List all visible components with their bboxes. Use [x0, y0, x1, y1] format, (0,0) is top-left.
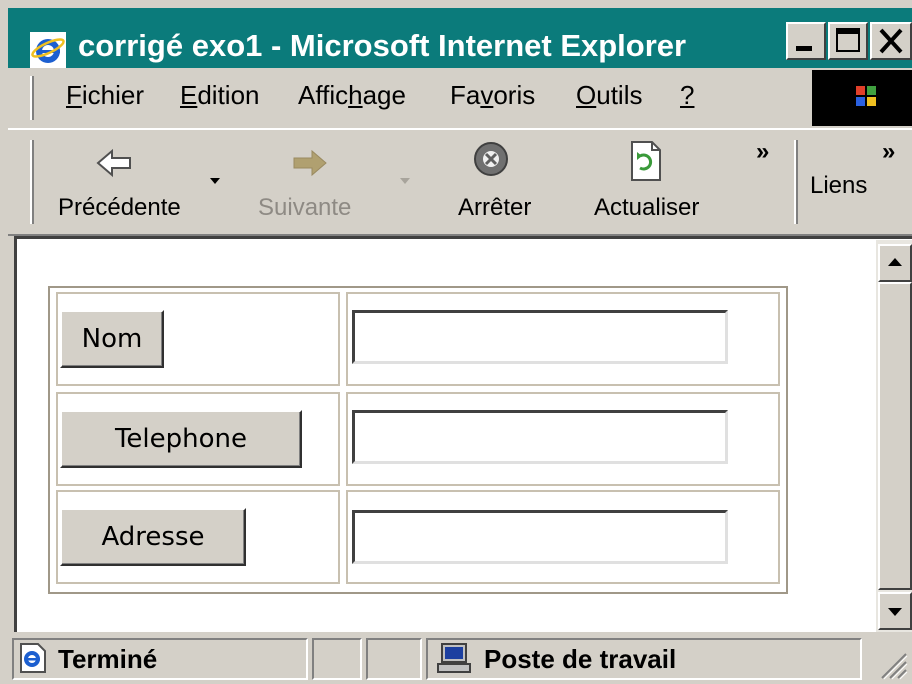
status-panel-secure	[366, 638, 422, 680]
windows-logo-icon	[856, 86, 876, 106]
links-grip[interactable]	[794, 140, 798, 224]
menu-affichage[interactable]: Affichage	[298, 80, 406, 111]
resize-grip-icon[interactable]	[876, 648, 908, 680]
back-button[interactable]: Précédente	[52, 140, 200, 228]
stop-button[interactable]: Arrêter	[450, 140, 550, 228]
window-title: corrigé exo1 - Microsoft Internet Explor…	[78, 28, 687, 63]
minimize-button[interactable]	[786, 22, 826, 60]
scroll-down-button[interactable]	[878, 592, 912, 630]
refresh-icon	[631, 141, 661, 181]
forward-arrow-icon	[293, 149, 327, 177]
scroll-up-button[interactable]	[878, 244, 912, 282]
maximize-button[interactable]	[828, 22, 868, 60]
windows-logo-throbber	[812, 70, 912, 126]
refresh-label: Actualiser	[594, 194, 700, 221]
scroll-up-arrow-icon	[888, 258, 902, 266]
title-bar[interactable]: corrigé exo1 - Microsoft Internet Explor…	[8, 8, 912, 68]
scroll-down-arrow-icon	[888, 608, 902, 616]
status-panel-main	[12, 638, 308, 680]
stop-label: Arrêter	[458, 194, 532, 221]
close-button[interactable]	[870, 22, 912, 60]
nom-input[interactable]	[352, 310, 728, 364]
my-computer-icon	[437, 643, 471, 673]
menu-fichier[interactable]: Fichier	[66, 80, 144, 111]
menu-favoris[interactable]: Favoris	[450, 80, 535, 111]
back-arrow-icon	[96, 148, 131, 178]
toolbar-grip[interactable]	[30, 140, 34, 224]
menu-help[interactable]: ?	[680, 80, 694, 111]
stop-icon	[474, 142, 508, 176]
ie-page-icon	[20, 643, 46, 673]
links-overflow-chevron-icon[interactable]: »	[882, 138, 895, 166]
back-dropdown-icon[interactable]	[208, 176, 222, 186]
toolbar-overflow-chevron-icon[interactable]: »	[756, 138, 769, 166]
status-text: Terminé	[58, 644, 158, 674]
forward-button[interactable]: Suivante	[252, 140, 372, 228]
adresse-button[interactable]: Adresse	[60, 508, 246, 566]
minimize-icon	[796, 46, 812, 51]
forward-label: Suivante	[258, 194, 352, 221]
scrollbar-thumb[interactable]	[878, 282, 912, 590]
maximize-icon	[836, 28, 860, 52]
back-label: Précédente	[58, 194, 181, 221]
links-label[interactable]: Liens	[810, 172, 867, 200]
telephone-button[interactable]: Telephone	[60, 410, 302, 468]
ie-icon	[30, 32, 66, 68]
menu-outils[interactable]: Outils	[576, 80, 642, 111]
status-panel-progress	[312, 638, 362, 680]
menu-grip[interactable]	[30, 76, 34, 120]
refresh-button[interactable]: Actualiser	[588, 140, 720, 228]
close-icon	[879, 28, 903, 54]
forward-dropdown-icon[interactable]	[398, 176, 412, 186]
security-zone-label: Poste de travail	[484, 644, 677, 674]
menu-edition[interactable]: Edition	[180, 80, 260, 111]
nom-button[interactable]: Nom	[60, 310, 164, 368]
browser-window: corrigé exo1 - Microsoft Internet Explor…	[0, 0, 912, 684]
telephone-input[interactable]	[352, 410, 728, 464]
adresse-input[interactable]	[352, 510, 728, 564]
